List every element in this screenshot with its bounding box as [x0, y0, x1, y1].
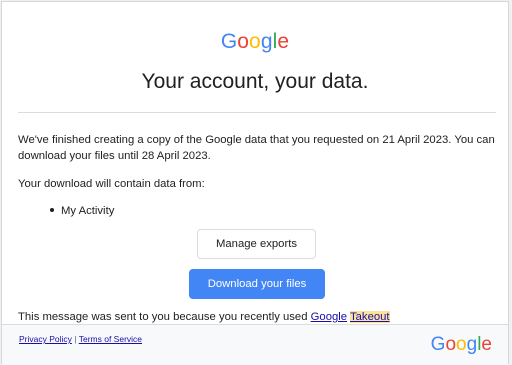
footer: Privacy Policy | Terms of Service Google [2, 324, 508, 365]
logo-letter-o2: o [249, 30, 261, 53]
takeout-link[interactable]: Takeout [350, 311, 390, 323]
bullet-icon [50, 208, 54, 213]
page-title: Your account, your data. [141, 70, 369, 93]
logo-letter-e: e [277, 30, 290, 53]
logo-letter-g2: g [260, 30, 273, 53]
footer-logo-letter-g2: g [466, 334, 478, 355]
logo-letter-g: G [220, 30, 238, 53]
terms-of-service-link[interactable]: Terms of Service [79, 334, 142, 344]
list-item-label: My Activity [61, 205, 115, 217]
sent-notice-text: This message was sent to you because you… [18, 311, 308, 323]
footer-logo-letter-e: e [481, 334, 492, 355]
manage-exports-button[interactable]: Manage exports [197, 229, 316, 259]
sent-notice: This message was sent to you because you… [18, 309, 390, 325]
logo-letter-o1: o [237, 30, 250, 53]
footer-logo-letter-g: G [430, 334, 446, 355]
footer-logo-letter-o2: o [456, 334, 467, 355]
download-contents-label: Your download will contain data from: [18, 178, 205, 190]
export-ready-message: We've finished creating a copy of the Go… [18, 134, 495, 162]
footer-separator: | [74, 334, 77, 344]
footer-links: Privacy Policy | Terms of Service [19, 334, 142, 344]
footer-google-logo: Google [431, 333, 492, 357]
privacy-policy-link[interactable]: Privacy Policy [19, 334, 72, 344]
download-files-button[interactable]: Download your files [189, 269, 325, 299]
google-link[interactable]: Google [311, 311, 347, 323]
header-divider [18, 112, 496, 113]
google-logo: Google [2, 29, 508, 55]
list-item: My Activity [50, 203, 114, 219]
footer-logo-letter-o1: o [445, 334, 457, 355]
email-card: Google Your account, your data. We've fi… [1, 1, 509, 365]
